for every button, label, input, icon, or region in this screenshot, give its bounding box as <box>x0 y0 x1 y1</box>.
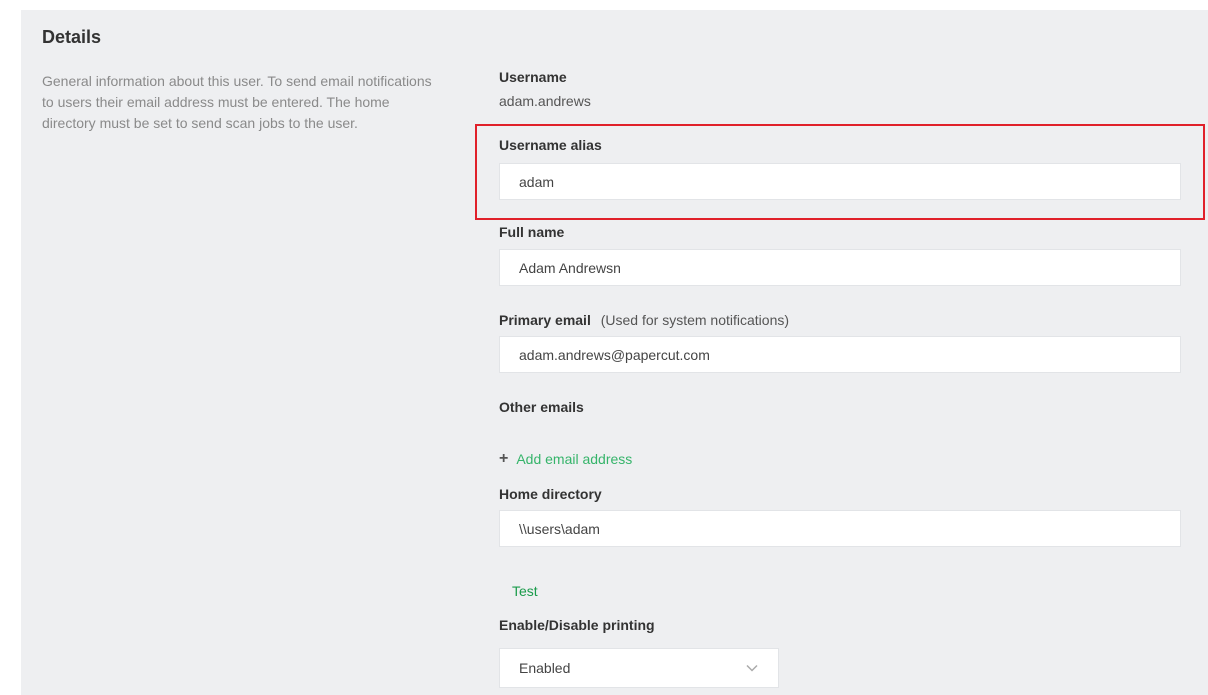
username-value: adam.andrews <box>499 93 591 109</box>
primary-email-note: (Used for system notifications) <box>600 312 790 328</box>
primary-email-label-text: Primary email <box>499 312 591 328</box>
home-directory-label: Home directory <box>499 486 602 502</box>
full-name-label: Full name <box>499 224 565 240</box>
printing-label: Enable/Disable printing <box>499 617 655 633</box>
username-alias-label: Username alias <box>499 137 602 153</box>
primary-email-input[interactable] <box>499 336 1181 373</box>
username-label: Username <box>499 69 567 85</box>
section-title: Details <box>42 27 102 47</box>
full-name-input[interactable] <box>499 249 1181 286</box>
other-emails-label: Other emails <box>499 399 584 415</box>
username-alias-input[interactable] <box>499 163 1181 200</box>
printing-select[interactable]: Enabled <box>499 648 779 688</box>
test-link[interactable]: Test <box>512 583 538 599</box>
plus-icon: + <box>499 450 509 467</box>
add-email-label: Add email address <box>516 451 633 467</box>
chevron-down-icon <box>746 664 758 672</box>
home-directory-input[interactable] <box>499 510 1181 547</box>
section-description: General information about this user. To … <box>42 73 432 131</box>
primary-email-label: Primary email (Used for system notificat… <box>499 312 789 328</box>
details-panel: Details General information about this u… <box>21 10 1208 695</box>
add-email-link[interactable]: + Add email address <box>499 450 633 468</box>
printing-selected-value: Enabled <box>519 660 571 676</box>
